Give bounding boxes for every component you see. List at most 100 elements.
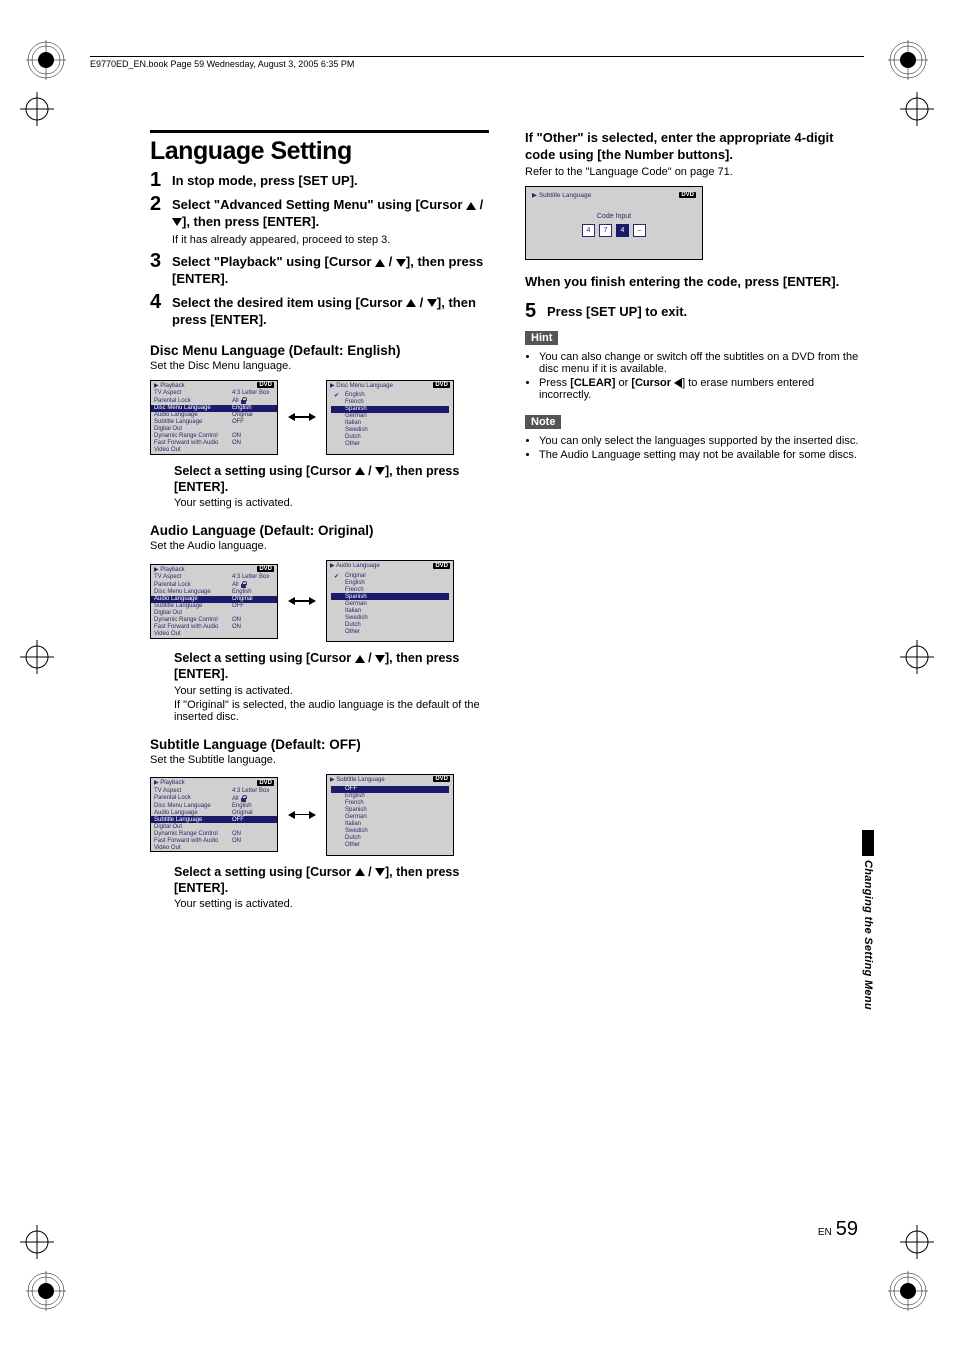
crosshair-icon xyxy=(20,1225,54,1259)
menu-row: Parental LockAll xyxy=(151,794,277,802)
menu-row: Video Out xyxy=(151,631,277,638)
step-number: 2 xyxy=(150,194,172,214)
menu-row: Dynamic Range ControlON xyxy=(151,617,277,624)
menu-option: Other xyxy=(331,628,449,635)
menu-row: TV Aspect4:3 Letter Box xyxy=(151,787,277,794)
code-label: Code Input xyxy=(532,213,696,220)
subtitle-screens: ▶ PlaybackDVD TV Aspect4:3 Letter BoxPar… xyxy=(150,774,489,856)
step-text: Select "Advanced Setting Menu" using [Cu… xyxy=(172,194,489,247)
menu-option: Dutch xyxy=(331,621,449,628)
select-after: Your setting is activated. xyxy=(174,497,489,509)
step-sub: If it has already appeared, proceed to s… xyxy=(172,233,489,247)
step-text: Select the desired item using [Cursor / … xyxy=(172,292,489,329)
step-1: 1 In stop mode, press [SET UP]. xyxy=(150,170,489,190)
menu-row: Audio LanguageOriginal xyxy=(151,809,277,816)
menu-option: French xyxy=(331,586,449,593)
menu-row: Digital Out xyxy=(151,610,277,617)
section-tab-label: Changing the Setting Menu xyxy=(862,860,874,1010)
menu-option: Italian xyxy=(331,420,449,427)
playback-menu: ▶ PlaybackDVD TV Aspect4:3 Letter BoxPar… xyxy=(150,777,278,852)
step-text-part: Select "Playback" using [Cursor xyxy=(172,254,375,269)
code-input-screen: ▶ Subtitle LanguageDVD Code Input 474– xyxy=(525,186,703,260)
menu-title: Subtitle Language xyxy=(336,777,384,783)
step-3: 3 Select "Playback" using [Cursor / ], t… xyxy=(150,251,489,288)
cursor-up-icon xyxy=(355,655,365,663)
audio-language-menu: ▶ Audio LanguageDVD OriginalEnglishFrenc… xyxy=(326,560,454,642)
note-list: You can only select the languages suppor… xyxy=(525,435,864,461)
menu-option: German xyxy=(331,600,449,607)
menu-option: Other xyxy=(331,441,449,448)
page-number: EN59 xyxy=(818,1218,858,1241)
hint-tag: Hint xyxy=(525,331,558,345)
section-tab-marker xyxy=(862,830,874,856)
audio-heading: Audio Language (Default: Original) xyxy=(150,523,489,538)
menu-option: Spanish xyxy=(331,406,449,413)
code-digit: 4 xyxy=(616,224,629,237)
other-heading: If "Other" is selected, enter the approp… xyxy=(525,130,864,164)
menu-option: Swedish xyxy=(331,828,449,835)
note-item: The Audio Language setting may not be av… xyxy=(539,449,864,461)
cursor-down-icon xyxy=(427,299,437,307)
subtitle-desc: Set the Subtitle language. xyxy=(150,754,489,766)
arrow-both-icon xyxy=(288,413,316,421)
menu-title: Playback xyxy=(160,383,184,389)
select-lead: Select a setting using [Cursor / ], then… xyxy=(174,463,489,496)
menu-option: English xyxy=(331,579,449,586)
disc-menu-heading: Disc Menu Language (Default: English) xyxy=(150,343,489,358)
menu-title: Disc Menu Language xyxy=(336,383,393,389)
crosshair-icon xyxy=(20,640,54,674)
menu-row: Disc Menu LanguageEnglish xyxy=(151,589,277,596)
step-number: 3 xyxy=(150,251,172,271)
menu-option: Spanish xyxy=(331,593,449,600)
menu-option: Dutch xyxy=(331,835,449,842)
right-column: If "Other" is selected, enter the approp… xyxy=(525,130,864,1251)
audio-desc: Set the Audio language. xyxy=(150,540,489,552)
disc-menu-language-menu: ▶ Disc Menu LanguageDVD EnglishFrenchSpa… xyxy=(326,380,454,455)
menu-row: Fast Forward with AudioON xyxy=(151,624,277,631)
note-item: You can only select the languages suppor… xyxy=(539,435,864,447)
menu-option: German xyxy=(331,814,449,821)
cursor-up-icon xyxy=(375,259,385,267)
audio-select: Select a setting using [Cursor / ], then… xyxy=(150,650,489,723)
menu-row: TV Aspect4:3 Letter Box xyxy=(151,574,277,581)
playback-menu: ▶ PlaybackDVD TV Aspect4:3 Letter BoxPar… xyxy=(150,564,278,639)
crosshair-icon xyxy=(900,1225,934,1259)
crosshair-icon xyxy=(900,92,934,126)
audio-screens: ▶ PlaybackDVD TV Aspect4:3 Letter BoxPar… xyxy=(150,560,489,642)
step-5: 5 Press [SET UP] to exit. xyxy=(525,301,864,321)
menu-row: Subtitle LanguageOFF xyxy=(151,816,277,823)
cursor-down-icon xyxy=(375,868,385,876)
arrow-both-icon xyxy=(288,811,316,819)
step-number: 1 xyxy=(150,170,172,190)
cursor-down-icon xyxy=(375,655,385,663)
select-after: If "Original" is selected, the audio lan… xyxy=(174,699,489,723)
select-after: Your setting is activated. xyxy=(174,898,489,910)
disc-menu-select: Select a setting using [Cursor / ], then… xyxy=(150,463,489,510)
code-digit: 4 xyxy=(582,224,595,237)
cursor-up-icon xyxy=(355,467,365,475)
cursor-up-icon xyxy=(355,868,365,876)
playback-menu: ▶ PlaybackDVD TV Aspect4:3 Letter BoxPar… xyxy=(150,380,278,455)
menu-option: Swedish xyxy=(331,427,449,434)
hint-list: You can also change or switch off the su… xyxy=(525,351,864,401)
menu-row: Dynamic Range ControlON xyxy=(151,830,277,837)
step-text-part: ], then press [ENTER]. xyxy=(182,214,319,229)
menu-option: French xyxy=(331,399,449,406)
menu-option: French xyxy=(331,800,449,807)
select-after: Your setting is activated. xyxy=(174,685,489,697)
registration-mark-icon xyxy=(26,40,66,80)
step-text: Select "Playback" using [Cursor / ], the… xyxy=(172,251,489,288)
cursor-up-icon xyxy=(406,299,416,307)
menu-option: German xyxy=(331,413,449,420)
cursor-up-icon xyxy=(466,202,476,210)
disc-menu-screens: ▶ PlaybackDVD TV Aspect4:3 Letter BoxPar… xyxy=(150,380,489,455)
dvd-badge: DVD xyxy=(679,192,696,198)
code-digit: 7 xyxy=(599,224,612,237)
menu-option: Spanish xyxy=(331,807,449,814)
menu-row: Video Out xyxy=(151,447,277,454)
menu-row: Parental LockAll xyxy=(151,397,277,405)
hint-item: Press [CLEAR] or [Cursor ] to erase numb… xyxy=(539,377,864,401)
cursor-down-icon xyxy=(172,218,182,226)
lock-icon xyxy=(240,397,247,404)
lock-icon xyxy=(240,581,247,588)
